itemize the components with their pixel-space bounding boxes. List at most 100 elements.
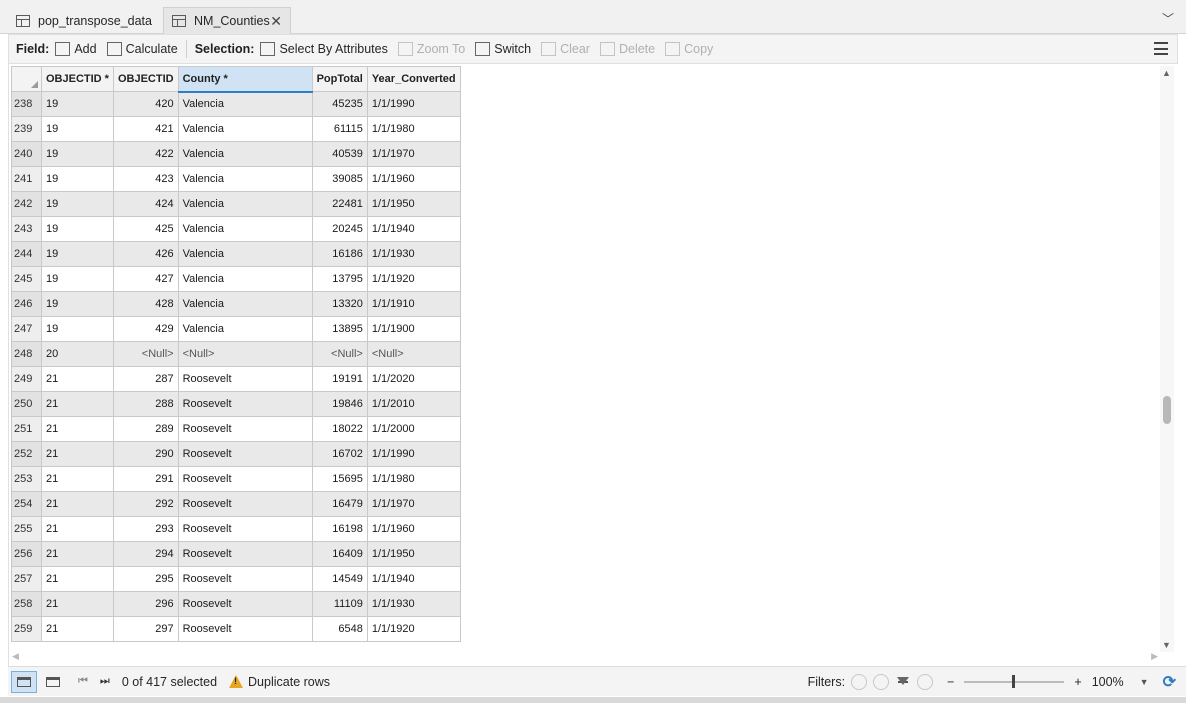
table-cell[interactable]: Roosevelt [177, 566, 313, 592]
row-number[interactable]: 241 [11, 166, 42, 192]
table-cell[interactable]: 16479 [311, 491, 368, 517]
table-cell[interactable]: 21 [41, 566, 114, 592]
row-number[interactable]: 253 [11, 466, 42, 492]
table-cell[interactable]: 1/1/1990 [366, 91, 461, 117]
table-cell[interactable]: Roosevelt [177, 491, 313, 517]
table-cell[interactable]: Roosevelt [177, 366, 313, 392]
chevron-down-icon[interactable]: ﹀ [1162, 10, 1174, 27]
table-cell[interactable]: 1/1/1900 [366, 316, 461, 342]
extent-filter-icon[interactable] [895, 675, 912, 689]
table-row[interactable]: 242 19 424 Valencia 22481 1/1/1950 [11, 191, 461, 217]
table-row[interactable]: 240 19 422 Valencia 40539 1/1/1970 [11, 141, 461, 167]
calculate-field-button[interactable]: Calculate [106, 42, 178, 56]
table-cell[interactable]: Valencia [177, 316, 313, 342]
table-cell[interactable]: 16702 [311, 441, 368, 467]
duplicate-rows-warning[interactable]: Duplicate rows [229, 675, 330, 689]
show-selected-records-button[interactable] [40, 671, 66, 693]
table-cell[interactable]: 295 [112, 566, 179, 592]
delete-button[interactable]: Delete [599, 42, 655, 56]
table-row[interactable]: 251 21 289 Roosevelt 18022 1/1/2000 [11, 416, 461, 442]
select-by-attributes-button[interactable]: Select By Attributes [260, 42, 388, 56]
tab-pop-transpose-data[interactable]: pop_transpose_data [8, 7, 162, 34]
table-cell[interactable]: 426 [112, 241, 179, 267]
table-cell[interactable]: 294 [112, 541, 179, 567]
table-cell[interactable]: 293 [112, 516, 179, 542]
row-number[interactable]: 246 [11, 291, 42, 317]
table-cell[interactable]: 292 [112, 491, 179, 517]
definition-query-icon[interactable] [917, 674, 934, 690]
table-cell[interactable]: 1/1/1930 [366, 241, 461, 267]
row-number[interactable]: 238 [11, 91, 42, 117]
table-row[interactable]: 253 21 291 Roosevelt 15695 1/1/1980 [11, 466, 461, 492]
refresh-icon[interactable]: ⟳ [1163, 672, 1176, 692]
table-cell[interactable]: 22481 [311, 191, 368, 217]
table-cell[interactable]: 425 [112, 216, 179, 242]
table-row[interactable]: 248 20 <Null> <Null> <Null> <Null> [11, 341, 461, 367]
table-cell[interactable]: 21 [41, 441, 114, 467]
zoom-level[interactable]: 100% [1092, 675, 1124, 689]
table-cell[interactable]: 424 [112, 191, 179, 217]
table-row[interactable]: 255 21 293 Roosevelt 16198 1/1/1960 [11, 516, 461, 542]
row-number[interactable]: 251 [11, 416, 42, 442]
table-cell[interactable]: 1/1/1930 [366, 591, 461, 617]
zoom-to-button[interactable]: Zoom To [397, 42, 465, 56]
copy-button[interactable]: Copy [665, 42, 713, 56]
column-header[interactable]: OBJECTID [112, 66, 179, 92]
table-cell[interactable]: 1/1/1960 [366, 516, 461, 542]
table-row[interactable]: 258 21 296 Roosevelt 11109 1/1/1930 [11, 591, 461, 617]
table-cell[interactable]: Valencia [177, 291, 313, 317]
table-cell[interactable]: 61115 [311, 116, 368, 142]
table-row[interactable]: 239 19 421 Valencia 61115 1/1/1980 [11, 116, 461, 142]
row-number[interactable]: 243 [11, 216, 42, 242]
table-cell[interactable]: 19 [41, 141, 114, 167]
column-header-selected[interactable]: County * [177, 66, 313, 93]
table-cell[interactable]: 420 [112, 91, 179, 117]
table-cell[interactable]: 1/1/1940 [366, 216, 461, 242]
table-cell[interactable]: Valencia [177, 266, 313, 292]
table-cell[interactable]: 21 [41, 391, 114, 417]
tab-nm-counties[interactable]: NM_Counties ✕ [163, 7, 291, 34]
table-cell[interactable]: 19 [41, 216, 114, 242]
table-cell[interactable]: 1/1/2000 [366, 416, 461, 442]
table-row[interactable]: 249 21 287 Roosevelt 19191 1/1/2020 [11, 366, 461, 392]
table-cell[interactable]: 422 [112, 141, 179, 167]
row-number[interactable]: 255 [11, 516, 42, 542]
row-number[interactable]: 240 [11, 141, 42, 167]
table-cell[interactable]: Roosevelt [177, 466, 313, 492]
table-cell[interactable]: 428 [112, 291, 179, 317]
table-cell[interactable]: 45235 [311, 91, 368, 117]
table-row[interactable]: 241 19 423 Valencia 39085 1/1/1960 [11, 166, 461, 192]
table-cell[interactable]: 20 [41, 341, 114, 367]
table-cell[interactable]: 19 [41, 316, 114, 342]
scroll-up-icon[interactable]: ▲ [1162, 68, 1171, 78]
table-cell[interactable]: 1/1/1980 [366, 116, 461, 142]
table-cell[interactable]: 296 [112, 591, 179, 617]
table-cell[interactable]: Valencia [177, 141, 313, 167]
table-cell[interactable]: 19846 [311, 391, 368, 417]
table-cell[interactable]: 1/1/1950 [366, 541, 461, 567]
table-cell[interactable]: 1/1/1950 [366, 191, 461, 217]
table-cell[interactable]: 1/1/1920 [366, 266, 461, 292]
row-number[interactable]: 245 [11, 266, 42, 292]
table-cell[interactable]: Roosevelt [177, 616, 313, 642]
table-row[interactable]: 238 19 420 Valencia 45235 1/1/1990 [11, 91, 461, 117]
table-cell[interactable]: Valencia [177, 166, 313, 192]
table-cell[interactable]: <Null> [311, 341, 368, 367]
row-number[interactable]: 248 [11, 341, 42, 367]
table-cell[interactable]: 19 [41, 91, 114, 117]
row-number[interactable]: 247 [11, 316, 42, 342]
table-cell[interactable]: <Null> [177, 341, 313, 367]
table-cell[interactable]: Valencia [177, 241, 313, 267]
table-row[interactable]: 256 21 294 Roosevelt 16409 1/1/1950 [11, 541, 461, 567]
row-number[interactable]: 257 [11, 566, 42, 592]
table-row[interactable]: 254 21 292 Roosevelt 16479 1/1/1970 [11, 491, 461, 517]
table-cell[interactable]: 13320 [311, 291, 368, 317]
show-all-records-button[interactable] [11, 670, 37, 693]
switch-selection-button[interactable]: Switch [475, 42, 531, 56]
table-cell[interactable]: 16186 [311, 241, 368, 267]
close-icon[interactable]: ✕ [270, 13, 282, 30]
table-cell[interactable]: 19191 [311, 366, 368, 392]
table-cell[interactable]: 14549 [311, 566, 368, 592]
row-number[interactable]: 256 [11, 541, 42, 567]
table-cell[interactable]: 1/1/2020 [366, 366, 461, 392]
